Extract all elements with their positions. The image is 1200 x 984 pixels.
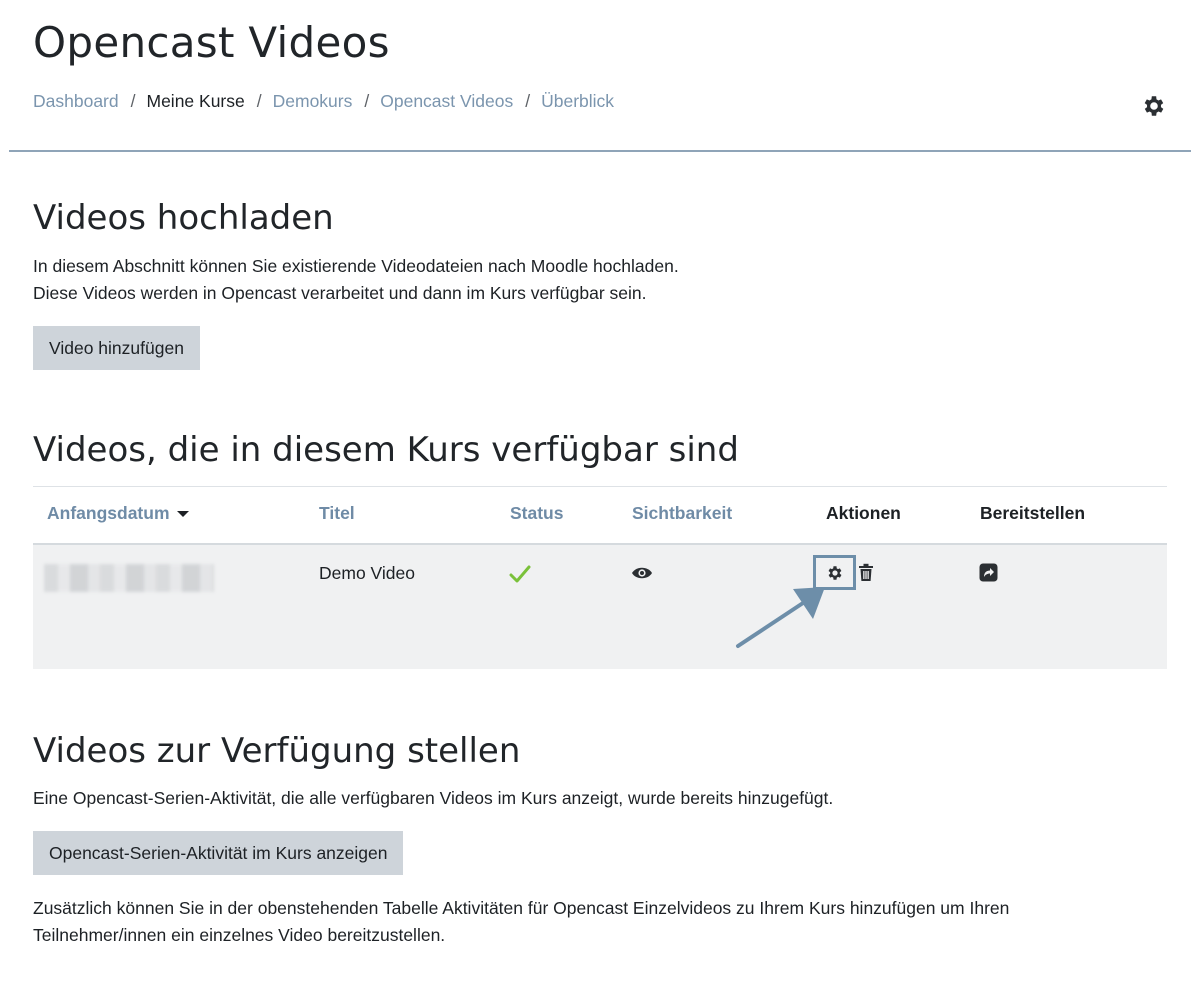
video-title: Demo Video — [319, 563, 415, 583]
breadcrumb-opencast-videos[interactable]: Opencast Videos — [380, 91, 513, 112]
provide-description: Eine Opencast-Serien-Aktivität, die alle… — [33, 788, 834, 808]
column-header-sichtbarkeit[interactable]: Sichtbarkeit — [632, 503, 732, 524]
column-header-titel[interactable]: Titel — [319, 503, 355, 524]
column-header-anfangsdatum[interactable]: Anfangsdatum — [47, 503, 189, 524]
sort-desc-icon — [176, 511, 189, 518]
breadcrumb-demokurs[interactable]: Demokurs — [273, 91, 353, 112]
column-header-aktionen: Aktionen — [826, 503, 901, 523]
table-top-divider — [33, 486, 1167, 487]
table-row: Demo Video — [33, 545, 1167, 669]
check-icon — [509, 563, 531, 590]
header-divider — [9, 150, 1191, 152]
column-header-label: Anfangsdatum — [47, 503, 170, 523]
videos-section-heading: Videos, die in diesem Kurs verfügbar sin… — [33, 430, 739, 470]
column-header-status[interactable]: Status — [510, 503, 563, 524]
breadcrumb-separator: / — [525, 91, 531, 111]
share-icon[interactable] — [979, 563, 998, 587]
provide-note-line1: Zusätzlich können Sie in der obenstehend… — [33, 898, 1010, 918]
breadcrumb-meine-kurse: Meine Kurse — [146, 91, 245, 111]
show-series-activity-button[interactable]: Opencast-Serien-Aktivität im Kurs anzeig… — [33, 831, 404, 875]
breadcrumb-separator: / — [130, 91, 136, 111]
breadcrumb-separator: / — [364, 91, 370, 111]
breadcrumb-ueberblick[interactable]: Überblick — [541, 91, 614, 112]
breadcrumb-separator: / — [256, 91, 262, 111]
upload-section-heading: Videos hochladen — [33, 198, 334, 238]
provide-section-heading: Videos zur Verfügung stellen — [33, 731, 521, 771]
add-video-button[interactable]: Video hinzufügen — [33, 326, 200, 370]
blurred-date-value — [44, 564, 214, 592]
trash-icon[interactable] — [858, 563, 874, 587]
pointer-arrow-icon — [736, 587, 825, 648]
eye-icon[interactable] — [631, 565, 653, 586]
provide-note-line2: Teilnehmer/innen ein einzelnes Video ber… — [33, 925, 446, 945]
upload-description-line1: In diesem Abschnitt können Sie existiere… — [33, 256, 679, 276]
page-title: Opencast Videos — [33, 18, 390, 67]
settings-gear-icon[interactable] — [1141, 93, 1167, 119]
breadcrumb-dashboard[interactable]: Dashboard — [33, 91, 119, 112]
breadcrumb: Dashboard / Meine Kurse / Demokurs / Ope… — [33, 91, 614, 112]
column-header-bereitstellen: Bereitstellen — [980, 503, 1086, 523]
upload-description-line2: Diese Videos werden in Opencast verarbei… — [33, 283, 647, 303]
